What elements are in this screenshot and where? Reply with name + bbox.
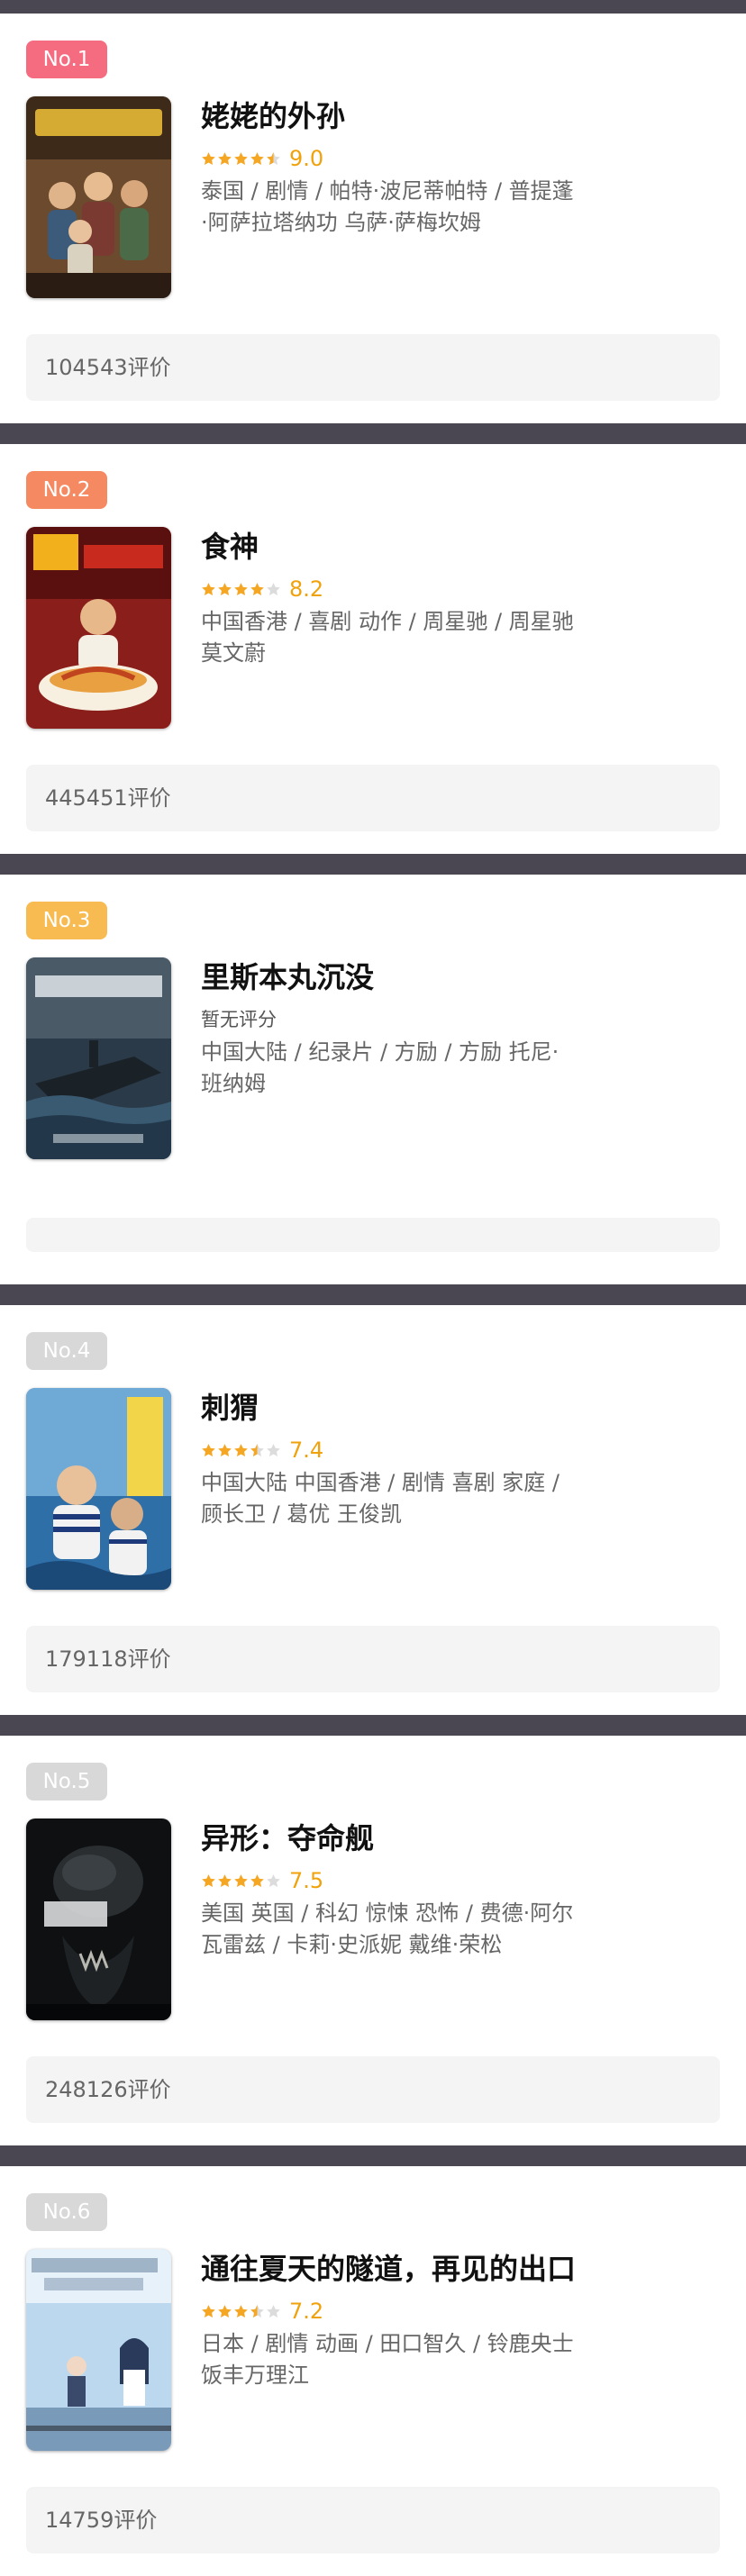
star-full-icon <box>234 1873 248 1887</box>
movie-info-line: 中国香港 / 喜剧 动作 / 周星驰 / 周星驰 <box>201 609 574 634</box>
star-rating <box>201 2304 282 2319</box>
movie-title[interactable]: 食神 <box>201 527 259 567</box>
rank-badge: No.2 <box>26 471 107 509</box>
star-full-icon <box>234 151 248 165</box>
rank-badge: No.6 <box>26 2193 107 2231</box>
star-rating <box>201 151 282 167</box>
movie-info-line: 饭丰万理江 <box>201 2363 309 2388</box>
rating-score: 7.2 <box>289 2299 324 2324</box>
rating-score: 7.4 <box>289 1438 324 1463</box>
rating-row: 7.2 <box>201 2298 323 2325</box>
movie-card[interactable]: No.2 食神 8.2 中国香港 / 喜剧 动作 / 周星驰 / 周星驰 莫文蔚… <box>0 444 746 854</box>
review-count-bar[interactable]: 14759评价 <box>26 2487 720 2553</box>
review-count-bar[interactable]: 104543评价 <box>26 334 720 401</box>
star-rating <box>201 1443 282 1458</box>
star-rating <box>201 582 282 597</box>
movie-title[interactable]: 里斯本丸沉没 <box>201 957 374 997</box>
star-empty-icon <box>267 1873 280 1887</box>
star-full-icon <box>218 1873 232 1887</box>
rating-score: 8.2 <box>289 576 324 602</box>
no-rating-text: 暂无评分 <box>201 1009 277 1030</box>
movie-poster-two-men-sky[interactable] <box>26 1388 171 1590</box>
review-count-bar[interactable]: 179118评价 <box>26 1626 720 1692</box>
movie-card[interactable]: No.3 里斯本丸沉没 暂无评分 中国大陆 / 纪录片 / 方励 / 方励 托尼… <box>0 875 746 1284</box>
movie-info: 日本 / 剧情 动画 / 田口智久 / 铃鹿央士 饭丰万理江 <box>201 2328 624 2391</box>
movie-title[interactable]: 刺猬 <box>201 1388 259 1428</box>
movie-card[interactable]: No.5 异形：夺命舰 7.5 美国 英国 / 科幻 惊悚 恐怖 / 费德·阿尔… <box>0 1736 746 2145</box>
rating-row: 9.0 <box>201 145 323 172</box>
rank-badge: No.5 <box>26 1763 107 1800</box>
movie-info-line: 中国大陆 中国香港 / 剧情 喜剧 家庭 / <box>201 1470 560 1495</box>
star-full-icon <box>218 582 232 595</box>
star-full-icon <box>202 151 215 165</box>
movie-title[interactable]: 通往夏天的隧道，再见的出口 <box>201 2249 576 2289</box>
movie-info-line: 美国 英国 / 科幻 惊悚 恐怖 / 费德·阿尔 <box>201 1900 574 1926</box>
movie-info-line: 泰国 / 剧情 / 帕特·波尼蒂帕特 / 普提蓬 <box>201 178 574 204</box>
star-full-icon <box>234 582 248 595</box>
movie-info-line: 班纳姆 <box>201 1071 266 1096</box>
movie-info: 中国香港 / 喜剧 动作 / 周星驰 / 周星驰 莫文蔚 <box>201 606 624 669</box>
star-full-icon <box>250 151 264 165</box>
star-empty-icon <box>267 1443 280 1456</box>
rating-row: 暂无评分 <box>201 1006 277 1033</box>
movie-info: 中国大陆 中国香港 / 剧情 喜剧 家庭 / 顾长卫 / 葛优 王俊凯 <box>201 1467 624 1530</box>
movie-card[interactable]: No.4 刺猬 7.4 中国大陆 中国香港 / 剧情 喜剧 家庭 / 顾长卫 /… <box>0 1305 746 1715</box>
star-full-icon <box>218 1443 232 1456</box>
star-full-icon <box>202 1873 215 1887</box>
movie-title[interactable]: 姥姥的外孙 <box>201 96 345 136</box>
star-empty-icon <box>267 582 280 595</box>
movie-card[interactable]: No.1 姥姥的外孙 9.0 泰国 / 剧情 / 帕特·波尼蒂帕特 / 普提蓬 … <box>0 14 746 423</box>
movie-card[interactable]: No.6 通往夏天的隧道，再见的出口 7.2 日本 / 剧情 动画 / 田口智久… <box>0 2166 746 2576</box>
star-full-icon <box>218 2304 232 2317</box>
movie-info: 美国 英国 / 科幻 惊悚 恐怖 / 费德·阿尔 瓦雷兹 / 卡莉·史派妮 戴维… <box>201 1898 624 1961</box>
movie-poster-anime-station[interactable] <box>26 2249 171 2451</box>
star-empty-icon <box>267 2304 280 2317</box>
rating-row: 7.4 <box>201 1437 323 1464</box>
movie-title[interactable]: 异形：夺命舰 <box>201 1819 374 1858</box>
star-half-icon <box>250 2304 264 2317</box>
movie-info: 泰国 / 剧情 / 帕特·波尼蒂帕特 / 普提蓬 ·阿萨拉塔纳功 乌萨·萨梅坎姆 <box>201 176 624 239</box>
review-count-bar[interactable] <box>26 1218 720 1252</box>
rank-badge: No.1 <box>26 41 107 78</box>
star-full-icon <box>234 1443 248 1456</box>
movie-info-line: 日本 / 剧情 动画 / 田口智久 / 铃鹿央士 <box>201 2331 574 2356</box>
rating-row: 8.2 <box>201 576 323 603</box>
movie-poster-alien-creature[interactable] <box>26 1819 171 2020</box>
rank-badge: No.3 <box>26 902 107 939</box>
star-full-icon <box>234 2304 248 2317</box>
rank-badge: No.4 <box>26 1332 107 1370</box>
movie-info-line: ·阿萨拉塔纳功 乌萨·萨梅坎姆 <box>201 210 481 235</box>
movie-info-line: 中国大陆 / 纪录片 / 方励 / 方励 托尼· <box>201 1039 560 1065</box>
movie-info-line: 顾长卫 / 葛优 王俊凯 <box>201 1501 402 1527</box>
review-count-bar[interactable]: 445451评价 <box>26 765 720 831</box>
star-full-icon <box>218 151 232 165</box>
movie-poster-noodle-bowl[interactable] <box>26 527 171 729</box>
rating-score: 9.0 <box>289 146 324 171</box>
star-full-icon <box>250 582 264 595</box>
star-full-icon <box>202 582 215 595</box>
star-full-icon <box>202 1443 215 1456</box>
review-count-bar[interactable]: 248126评价 <box>26 2056 720 2123</box>
rating-score: 7.5 <box>289 1868 324 1893</box>
star-half-icon <box>250 1443 264 1456</box>
movie-info: 中国大陆 / 纪录片 / 方励 / 方励 托尼· 班纳姆 <box>201 1037 624 1100</box>
star-half-icon <box>267 151 280 165</box>
movie-poster-family-portrait[interactable] <box>26 96 171 298</box>
star-full-icon <box>250 1873 264 1887</box>
star-full-icon <box>202 2304 215 2317</box>
movie-poster-sinking-ship[interactable] <box>26 957 171 1159</box>
movie-info-line: 莫文蔚 <box>201 640 266 666</box>
movie-info-line: 瓦雷兹 / 卡莉·史派妮 戴维·荣松 <box>201 1932 503 1957</box>
star-rating <box>201 1873 282 1889</box>
rating-row: 7.5 <box>201 1867 323 1894</box>
